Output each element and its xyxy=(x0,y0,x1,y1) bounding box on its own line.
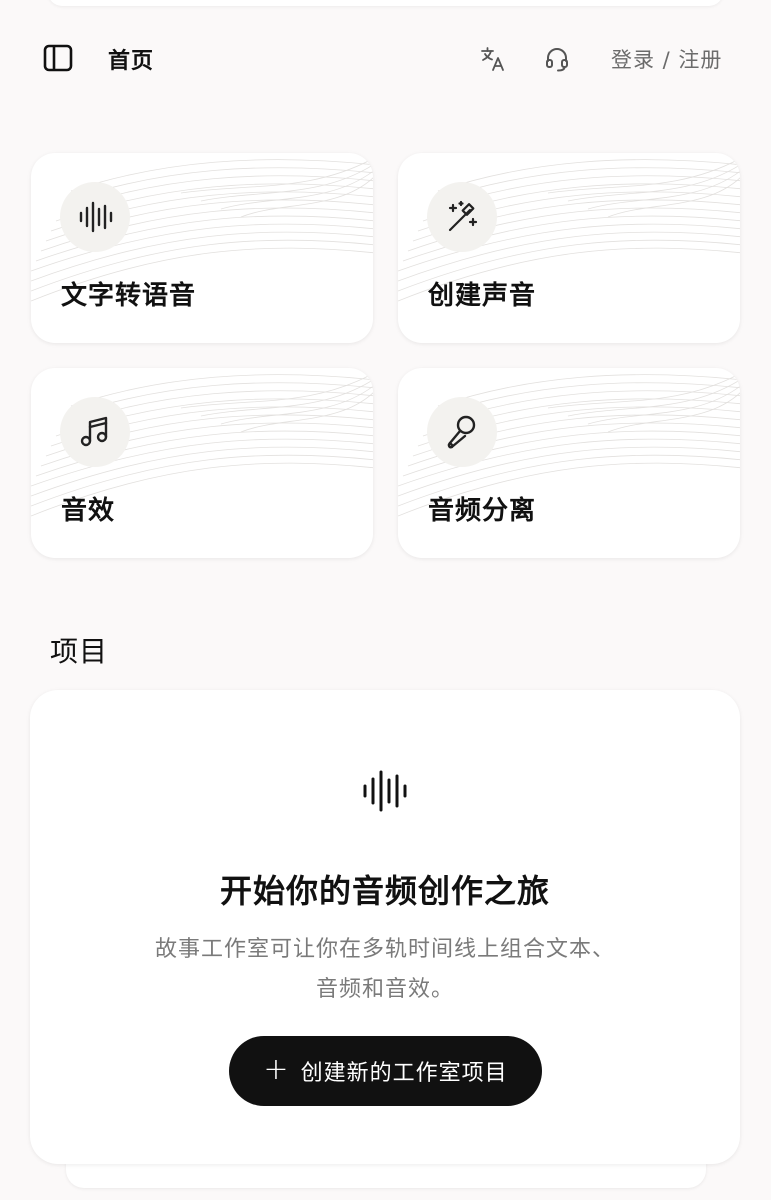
page-title: 首页 xyxy=(108,49,155,74)
music-note-icon xyxy=(80,416,108,447)
feature-card-text-to-speech[interactable]: 文字转语音 xyxy=(31,153,373,343)
magic-wand-icon xyxy=(448,200,478,232)
plus-icon: + xyxy=(263,1051,289,1087)
background-sheet-top xyxy=(48,0,723,6)
app-header: 首页 登录 / 注册 xyxy=(0,28,771,88)
feature-card-sound-effects[interactable]: 音效 xyxy=(31,368,373,558)
feature-card-create-voice[interactable]: 创建声音 xyxy=(398,153,740,343)
create-button-label: 创建新的工作室项目 xyxy=(300,1061,508,1086)
empty-state-description: 故事工作室可让你在多轨时间线上组合文本、 音频和音效。 xyxy=(130,930,640,1010)
feature-label: 文字转语音 xyxy=(61,281,197,311)
create-studio-project-button[interactable]: + 创建新的工作室项目 xyxy=(229,1036,542,1106)
support-button[interactable] xyxy=(538,40,576,78)
feature-card-audio-separation[interactable]: 音频分离 xyxy=(398,368,740,558)
empty-state-title: 开始你的音频创作之旅 xyxy=(219,872,550,910)
icon-badge xyxy=(60,397,130,467)
empty-state-description-line: 故事工作室可让你在多轨时间线上组合文本、 xyxy=(154,937,615,962)
feature-label: 创建声音 xyxy=(428,281,537,311)
background-sheet-bottom xyxy=(66,1162,706,1188)
login-register-link[interactable]: 登录 / 注册 xyxy=(611,44,722,74)
projects-section-title: 项目 xyxy=(50,635,109,668)
icon-badge xyxy=(427,182,497,252)
sound-wave-icon xyxy=(363,770,407,812)
icon-badge xyxy=(427,397,497,467)
language-button[interactable] xyxy=(474,40,512,78)
sidebar-toggle-button[interactable] xyxy=(40,40,76,76)
sidebar-panel-icon xyxy=(43,44,73,72)
projects-empty-state: 开始你的音频创作之旅 故事工作室可让你在多轨时间线上组合文本、 音频和音效。 +… xyxy=(30,690,740,1164)
sound-wave-icon xyxy=(79,201,113,233)
icon-badge xyxy=(60,182,130,252)
empty-state-description-line: 音频和音效。 xyxy=(315,977,454,1002)
feature-label: 音频分离 xyxy=(428,496,537,526)
feature-label: 音效 xyxy=(61,496,116,526)
microphone-icon xyxy=(447,415,476,449)
translate-icon xyxy=(481,47,504,71)
empty-state-icon-wrap xyxy=(360,768,410,814)
home-page: 首页 登录 / 注册 文字转语音 创建声音 音效 音频分离 项目 开始你的音频创… xyxy=(0,0,771,1200)
headset-icon xyxy=(546,48,568,72)
